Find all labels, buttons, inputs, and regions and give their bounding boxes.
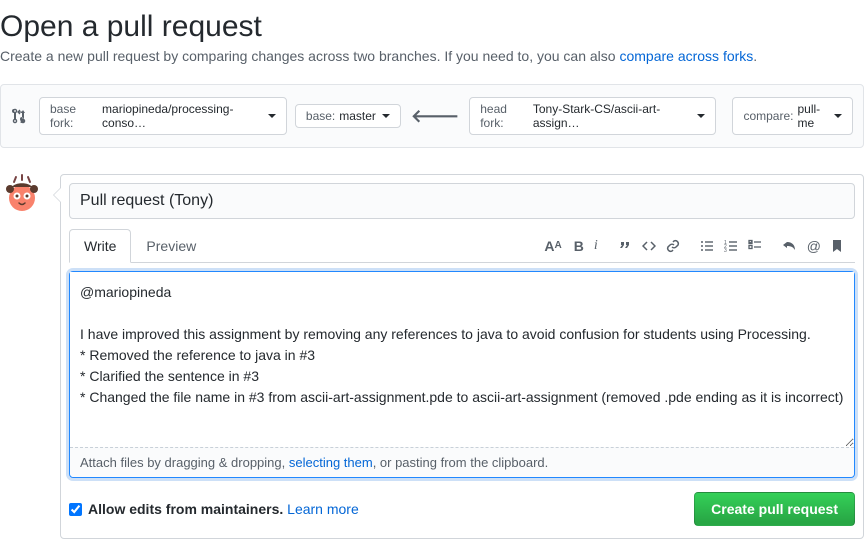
form-actions: Allow edits from maintainers. Learn more… [69, 492, 855, 526]
comment-body-wrap: Attach files by dragging & dropping, sel… [69, 271, 855, 478]
attach-prefix: Attach files by dragging & dropping, [80, 455, 289, 470]
base-fork-label: base fork: [50, 102, 98, 130]
base-fork-value: mariopineda/processing-conso… [102, 102, 262, 130]
bookmark-icon[interactable] [831, 239, 843, 253]
comment-body-textarea[interactable] [70, 272, 854, 447]
chevron-down-icon [382, 114, 390, 118]
italic-icon[interactable]: i [594, 238, 598, 254]
bullet-list-icon[interactable] [700, 239, 714, 253]
text-size-icon[interactable]: AA [544, 238, 563, 254]
attach-files-hint: Attach files by dragging & dropping, sel… [70, 447, 854, 477]
discussion-area: Write Preview AA B i [0, 174, 864, 539]
chevron-down-icon [697, 114, 705, 118]
task-list-icon[interactable] [748, 239, 762, 253]
git-compare-icon [11, 108, 27, 124]
head-fork-value: Tony-Stark-CS/ascii-art-assign… [533, 102, 692, 130]
compare-forks-link[interactable]: compare across forks [619, 48, 753, 64]
attach-suffix: , or pasting from the clipboard. [373, 455, 549, 470]
arrow-left-icon: 🡐 [411, 106, 459, 127]
page-title: Open a pull request [0, 10, 864, 44]
new-comment-form: Write Preview AA B i [60, 174, 864, 539]
page-subtitle: Create a new pull request by comparing c… [0, 48, 864, 64]
bold-icon[interactable]: B [574, 238, 584, 254]
reply-icon[interactable] [782, 239, 797, 253]
chevron-down-icon [834, 114, 842, 118]
pr-title-input[interactable] [69, 183, 855, 219]
create-pull-request-button[interactable]: Create pull request [694, 492, 855, 526]
base-label: base: [306, 109, 335, 123]
link-icon[interactable] [666, 239, 680, 253]
comment-tabnav: Write Preview AA B i [69, 229, 855, 263]
base-value: master [339, 109, 376, 123]
code-icon[interactable] [642, 239, 656, 253]
mention-icon[interactable]: @ [807, 238, 821, 254]
base-branch-selector[interactable]: base: master [295, 104, 401, 128]
head-fork-label: head fork: [480, 102, 529, 130]
allow-edits-checkbox[interactable] [69, 503, 82, 516]
head-fork-selector[interactable]: head fork: Tony-Stark-CS/ascii-art-assig… [469, 97, 716, 135]
markdown-toolbar: AA B i [538, 238, 855, 254]
compare-value: pull-me [797, 102, 828, 130]
allow-edits-wrap[interactable]: Allow edits from maintainers. Learn more [69, 501, 359, 517]
subtitle-text: Create a new pull request by comparing c… [0, 48, 619, 64]
select-files-link[interactable]: selecting them [289, 455, 373, 470]
compare-branch-selector[interactable]: compare: pull-me [732, 97, 853, 135]
tab-write[interactable]: Write [69, 229, 131, 263]
learn-more-link[interactable]: Learn more [287, 501, 359, 517]
avatar [0, 174, 44, 218]
branch-range-editor: base fork: mariopineda/processing-conso…… [0, 84, 864, 148]
tab-preview[interactable]: Preview [131, 229, 211, 262]
numbered-list-icon[interactable]: 123 [724, 239, 738, 253]
chevron-down-icon [268, 114, 276, 118]
svg-text:3: 3 [724, 248, 727, 253]
compare-label: compare: [743, 109, 793, 123]
quote-icon[interactable] [618, 239, 632, 253]
base-fork-selector[interactable]: base fork: mariopineda/processing-conso… [39, 97, 287, 135]
allow-edits-label: Allow edits from maintainers. [88, 501, 283, 517]
subtitle-suffix: . [753, 48, 757, 64]
